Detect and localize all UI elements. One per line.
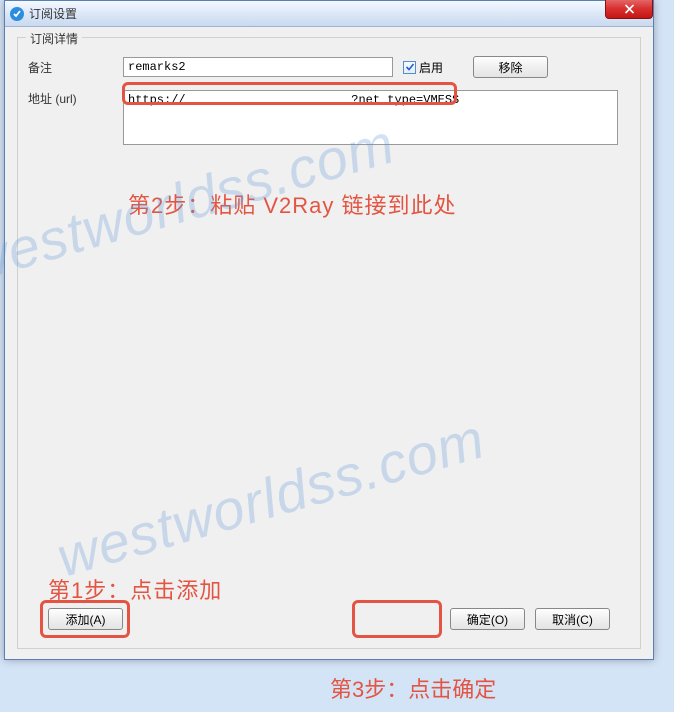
dialog-buttons: 添加(A) 确定(O) 取消(C): [48, 608, 610, 630]
window-title: 订阅设置: [29, 5, 649, 22]
remove-button[interactable]: 移除: [473, 56, 548, 78]
remarks-label: 备注: [28, 59, 123, 76]
titlebar: 订阅设置: [5, 1, 653, 27]
ok-button[interactable]: 确定(O): [450, 608, 525, 630]
check-icon: [405, 62, 415, 72]
add-button[interactable]: 添加(A): [48, 608, 123, 630]
annotation-step3: 第3步：点击确定: [330, 672, 496, 704]
fieldset-legend: 订阅详情: [26, 30, 82, 47]
remarks-input[interactable]: [123, 57, 393, 77]
enable-checkbox[interactable]: [403, 61, 416, 74]
close-icon: [624, 4, 635, 14]
cancel-button[interactable]: 取消(C): [535, 608, 610, 630]
url-label: 地址 (url): [28, 90, 123, 107]
enable-checkbox-wrap: 启用: [403, 59, 443, 76]
remarks-row: 备注 启用 移除: [28, 56, 630, 78]
subscription-fieldset: 订阅详情 备注 启用 移除 地址 (url) https:// ?net_typ…: [17, 37, 641, 649]
dialog-content: 订阅详情 备注 启用 移除 地址 (url) https:// ?net_typ…: [5, 27, 653, 659]
app-icon: [9, 6, 25, 22]
dialog-window: 订阅设置 订阅详情 备注 启用 移除 地址 (url) https://: [4, 0, 654, 660]
url-input[interactable]: https:// ?net_type=VMESS: [123, 90, 618, 145]
enable-label: 启用: [419, 59, 443, 76]
annotation-step2: 第2步：粘贴 V2Ray 链接到此处: [128, 188, 457, 220]
url-row: 地址 (url) https:// ?net_type=VMESS: [28, 90, 630, 145]
annotation-step1: 第1步：点击添加: [48, 573, 222, 605]
close-button[interactable]: [605, 0, 653, 19]
